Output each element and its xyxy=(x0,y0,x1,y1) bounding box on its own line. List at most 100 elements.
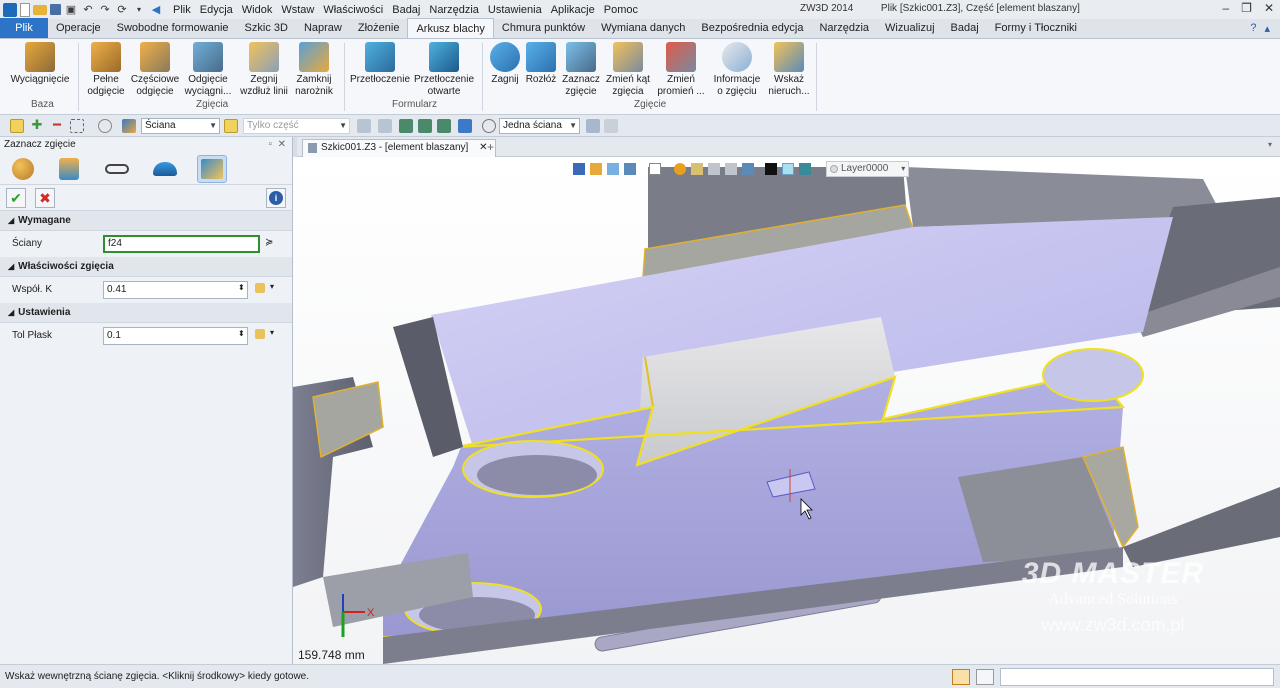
document-tab[interactable]: Szkic001.Z3 - [element blaszany] ✕ xyxy=(302,139,497,157)
back-arrow-icon[interactable]: ◀ xyxy=(149,3,163,17)
tab-point-cloud[interactable]: Chmura punktów xyxy=(494,18,593,38)
stamp-icon[interactable] xyxy=(54,155,84,183)
fold-button[interactable]: Zagnij xyxy=(488,42,522,86)
tab-tools[interactable]: Narzędzia xyxy=(811,18,877,38)
list-tool-icon[interactable] xyxy=(378,119,392,133)
tab-inspect[interactable]: Badaj xyxy=(943,18,987,38)
tab-repair[interactable]: Napraw xyxy=(296,18,350,38)
section-bend-properties[interactable]: ◢ Właściwości zgięcia xyxy=(0,257,292,277)
help-icon[interactable]: ? xyxy=(1250,22,1256,35)
cursor-tool-icon[interactable] xyxy=(458,119,472,133)
ok-button[interactable]: ✔ xyxy=(6,188,26,208)
select-bend-button[interactable]: Zaznacz zgięcie xyxy=(560,42,602,98)
menu-view[interactable]: Widok xyxy=(242,4,273,16)
chevron-down-icon[interactable]: ▾ xyxy=(1268,140,1272,149)
align2-icon[interactable] xyxy=(418,119,432,133)
tab-operations[interactable]: Operacje xyxy=(48,18,109,38)
tab-visualize[interactable]: Wizualizuj xyxy=(877,18,943,38)
texture-icon[interactable] xyxy=(799,163,811,175)
restore-icon[interactable]: ❐ xyxy=(1241,1,1252,15)
box-icon[interactable] xyxy=(649,163,661,175)
camera-icon[interactable] xyxy=(742,163,754,175)
background-color-swatch[interactable] xyxy=(782,163,794,175)
menu-file[interactable]: Plik xyxy=(173,4,191,16)
remove-icon[interactable]: ━ xyxy=(50,118,64,133)
full-flange-button[interactable]: Pełne odgięcie xyxy=(84,42,128,98)
part-only-icon[interactable] xyxy=(224,119,238,133)
regen-icon[interactable]: ⟳ xyxy=(115,3,129,17)
pick-through-icon[interactable] xyxy=(586,119,600,133)
tab-data-exchange[interactable]: Wymiana danych xyxy=(593,18,693,38)
partial-flange-button[interactable]: Częściowe odgięcie xyxy=(130,42,180,98)
menu-properties[interactable]: Właściwości xyxy=(323,4,383,16)
section-settings[interactable]: ◢ Ustawienia xyxy=(0,303,292,323)
emboss-button[interactable]: Przetłoczenie xyxy=(350,42,410,86)
menu-tools[interactable]: Narzędzia xyxy=(429,4,479,16)
section-required[interactable]: ◢ Wymagane xyxy=(0,211,292,231)
view-icon[interactable] xyxy=(573,163,585,175)
align-icon[interactable] xyxy=(399,119,413,133)
tab-freeform[interactable]: Swobodne formowanie xyxy=(109,18,237,38)
target-icon[interactable] xyxy=(482,119,496,133)
pie-icon[interactable] xyxy=(150,155,180,183)
add-icon[interactable]: ✚ xyxy=(30,118,44,133)
bend-info-button[interactable]: Informacje o zgięciu xyxy=(710,42,764,98)
menu-help[interactable]: Pomoc xyxy=(604,4,638,16)
close-icon[interactable]: ✕ xyxy=(1264,1,1274,15)
save-icon[interactable] xyxy=(50,4,61,15)
tab-molds[interactable]: Formy i Tłoczniki xyxy=(987,18,1085,38)
glasses-icon[interactable] xyxy=(102,155,132,183)
pin-icon[interactable]: ▫ xyxy=(269,139,273,150)
lofted-flange-button[interactable]: Odgięcie wyciągni... xyxy=(182,42,234,98)
minimize-icon[interactable]: – xyxy=(1222,1,1229,15)
filter-icon[interactable] xyxy=(122,119,136,133)
tab-assembly[interactable]: Złożenie xyxy=(350,18,408,38)
minimize-ribbon-icon[interactable]: ▴ xyxy=(1264,22,1270,35)
box-select-icon[interactable] xyxy=(70,119,84,133)
sheet-metal-icon[interactable] xyxy=(197,155,227,183)
tab-file[interactable]: Plik xyxy=(0,18,48,38)
spinner-icon[interactable]: ⬍ xyxy=(238,329,245,338)
chevron-down-icon[interactable]: ▾ xyxy=(270,282,274,291)
tab-sketch3d[interactable]: Szkic 3D xyxy=(237,18,296,38)
layer-select[interactable]: Layer0000 ▾ xyxy=(826,161,910,177)
filter-select[interactable]: Ściana ▼ xyxy=(141,118,220,134)
list-view-icon[interactable] xyxy=(976,669,994,685)
chevron-down-icon[interactable]: ▾ xyxy=(270,328,274,337)
cube-icon[interactable] xyxy=(624,163,636,175)
chevron-down-icon[interactable]: ▾ xyxy=(132,3,146,17)
circle-select-icon[interactable] xyxy=(98,119,112,133)
pick-icon[interactable] xyxy=(10,119,24,133)
layer-tool-icon[interactable] xyxy=(357,119,371,133)
render-icon[interactable] xyxy=(590,163,602,175)
change-bend-angle-button[interactable]: Zmień kąt zgięcia xyxy=(604,42,652,98)
print-icon[interactable]: ▣ xyxy=(64,3,78,17)
command-input[interactable] xyxy=(1000,668,1274,686)
tab-sheet-metal[interactable]: Arkusz blachy xyxy=(407,18,494,38)
menu-edit[interactable]: Edycja xyxy=(200,4,233,16)
cancel-button[interactable]: ✖ xyxy=(35,188,55,208)
section-icon[interactable] xyxy=(708,163,720,175)
open-emboss-button[interactable]: Przetłoczenie otwarte xyxy=(413,42,475,98)
variable-icon[interactable] xyxy=(255,283,265,293)
extrude-button[interactable]: Wyciągnięcie xyxy=(8,42,72,86)
new-tab-icon[interactable]: + xyxy=(487,140,494,154)
undo-icon[interactable]: ↶ xyxy=(81,3,95,17)
unfold-button[interactable]: Rozłóż xyxy=(524,42,558,86)
palette-icon[interactable] xyxy=(8,155,38,183)
change-radius-button[interactable]: Zmień promień ... xyxy=(655,42,707,98)
layout-icon[interactable] xyxy=(952,669,970,685)
panel-close-icon[interactable]: ✕ xyxy=(278,139,286,150)
sun-icon[interactable] xyxy=(674,163,686,175)
light-icon[interactable] xyxy=(691,163,703,175)
bend-on-line-button[interactable]: Zegnij wzdłuż linii xyxy=(238,42,290,98)
spinner-icon[interactable]: ⬍ xyxy=(238,283,245,292)
info-button[interactable]: i xyxy=(266,188,286,208)
variable-icon[interactable] xyxy=(255,329,265,339)
menu-apps[interactable]: Aplikacje xyxy=(551,4,595,16)
3d-viewport[interactable]: X Layer0000 ▾ 159.748 mm 3D MASTER Advan… xyxy=(293,157,1280,664)
app-logo-icon[interactable] xyxy=(3,2,17,17)
faces-input[interactable]: f24 xyxy=(103,235,260,253)
new-file-icon[interactable] xyxy=(20,2,30,17)
menu-insert[interactable]: Wstaw xyxy=(281,4,314,16)
